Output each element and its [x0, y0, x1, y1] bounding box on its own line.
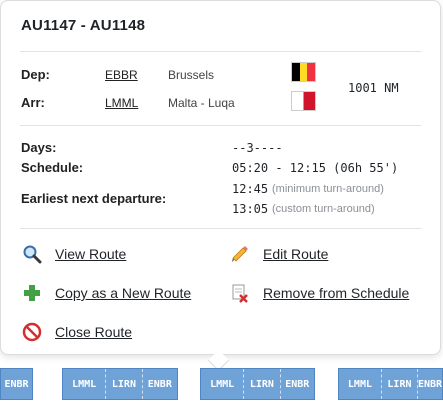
route-block[interactable]: ENBR	[0, 368, 33, 400]
airport-cell: LIRN	[382, 369, 418, 399]
route-popup: AU1147 - AU1148 Dep: EBBR Brussels 1001 …	[0, 0, 441, 355]
airport-cell: LMML	[63, 369, 107, 399]
malta-flag-icon	[291, 91, 316, 111]
route-block[interactable]: LMML LIRN ENBR	[62, 368, 178, 400]
remove-from-schedule-button[interactable]: Remove from Schedule	[229, 282, 409, 304]
min-turnaround-note: (minimum turn-around)	[272, 183, 384, 195]
airport-cell: ENBR	[147, 378, 172, 390]
custom-turnaround-time: 13:05	[232, 202, 269, 216]
dep-label: Dep:	[21, 67, 50, 82]
arr-city: Malta - Luqa	[168, 96, 235, 110]
days-label: Days:	[21, 140, 57, 155]
airport-cell: LMML	[201, 369, 245, 399]
remove-document-icon	[229, 282, 251, 304]
close-route-label: Close Route	[55, 324, 133, 340]
schedule-label: Schedule:	[21, 160, 84, 175]
schedule-value: 05:20 - 12:15 (06h 55')	[232, 161, 399, 175]
airport-cell: ENBR	[4, 378, 29, 390]
divider	[20, 125, 421, 126]
view-route-button[interactable]: View Route	[21, 243, 126, 265]
divider	[20, 51, 421, 52]
divider	[20, 228, 421, 229]
dep-airport-code[interactable]: EBBR	[105, 68, 138, 82]
edit-route-label: Edit Route	[263, 246, 329, 262]
earliest-departure-label: Earliest next departure:	[21, 191, 167, 206]
belgium-flag-icon	[291, 62, 316, 82]
days-value: --3----	[232, 141, 283, 155]
magnifier-icon	[21, 243, 43, 265]
airport-cell: ENBR	[285, 378, 310, 390]
airport-cell: ENBR	[417, 378, 443, 390]
pencil-icon	[229, 243, 251, 265]
custom-turnaround-note: (custom turn-around)	[272, 203, 375, 215]
arr-airport-code[interactable]: LMML	[105, 96, 138, 110]
route-block-selected[interactable]: LMML LIRN ENBR	[200, 368, 315, 400]
copy-route-button[interactable]: Copy as a New Route	[21, 282, 191, 304]
airport-cell: LIRN	[244, 369, 281, 399]
dep-city: Brussels	[168, 68, 215, 82]
min-turnaround-time: 12:45	[232, 182, 269, 196]
airport-cell: LIRN	[106, 369, 143, 399]
popup-title: AU1147 - AU1148	[21, 17, 146, 34]
view-route-label: View Route	[55, 246, 127, 262]
route-distance: 1001 NM	[348, 81, 399, 95]
copy-route-label: Copy as a New Route	[55, 285, 192, 301]
no-entry-icon	[21, 321, 43, 343]
plus-icon	[21, 282, 43, 304]
remove-from-schedule-label: Remove from Schedule	[263, 285, 410, 301]
route-block[interactable]: LMML LIRN ENBR	[338, 368, 443, 400]
close-route-button[interactable]: Close Route	[21, 321, 132, 343]
arr-label: Arr:	[21, 95, 45, 110]
edit-route-button[interactable]: Edit Route	[229, 243, 328, 265]
airport-cell: LMML	[339, 369, 382, 399]
